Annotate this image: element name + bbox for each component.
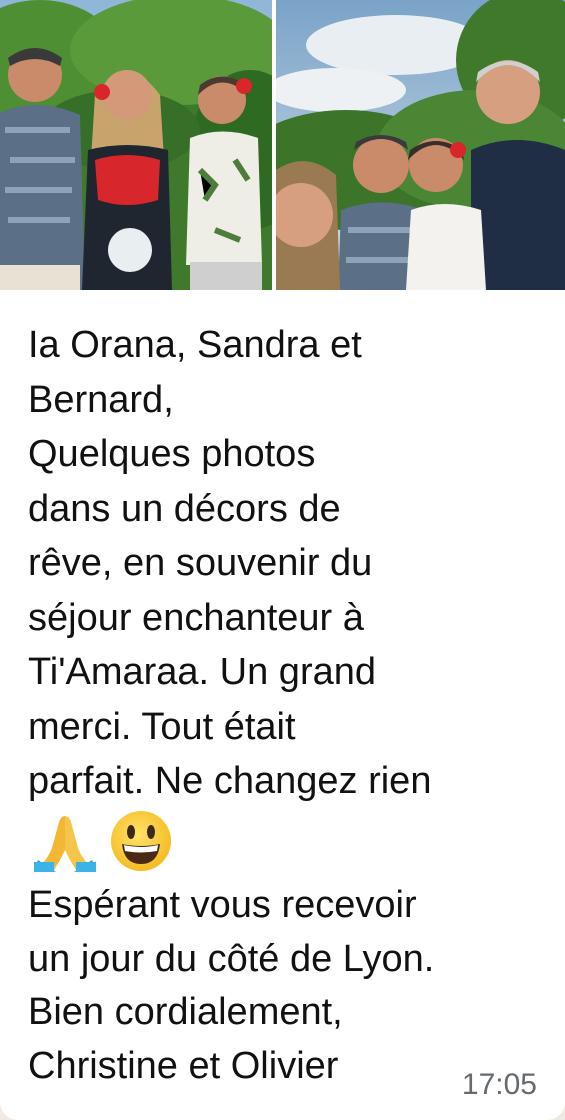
photo-three-people-garden[interactable] xyxy=(0,0,272,290)
photo-four-people-selfie[interactable] xyxy=(276,0,565,290)
message-text-continued: Espérant vous recevoir un jour du côté d… xyxy=(28,884,435,1087)
message-bubble[interactable]: Ia Orana, Sandra et Bernard, Quelques ph… xyxy=(0,0,565,1120)
folded-hands-icon xyxy=(34,810,96,872)
photo-grid xyxy=(0,0,565,290)
message-text: Ia Orana, Sandra et Bernard, Quelques ph… xyxy=(28,324,432,802)
photo-image xyxy=(0,0,272,290)
emoji-row xyxy=(34,810,172,872)
photo-image xyxy=(276,0,565,290)
message-timestamp: 17:05 xyxy=(461,1068,537,1101)
grinning-face-icon xyxy=(110,810,172,872)
